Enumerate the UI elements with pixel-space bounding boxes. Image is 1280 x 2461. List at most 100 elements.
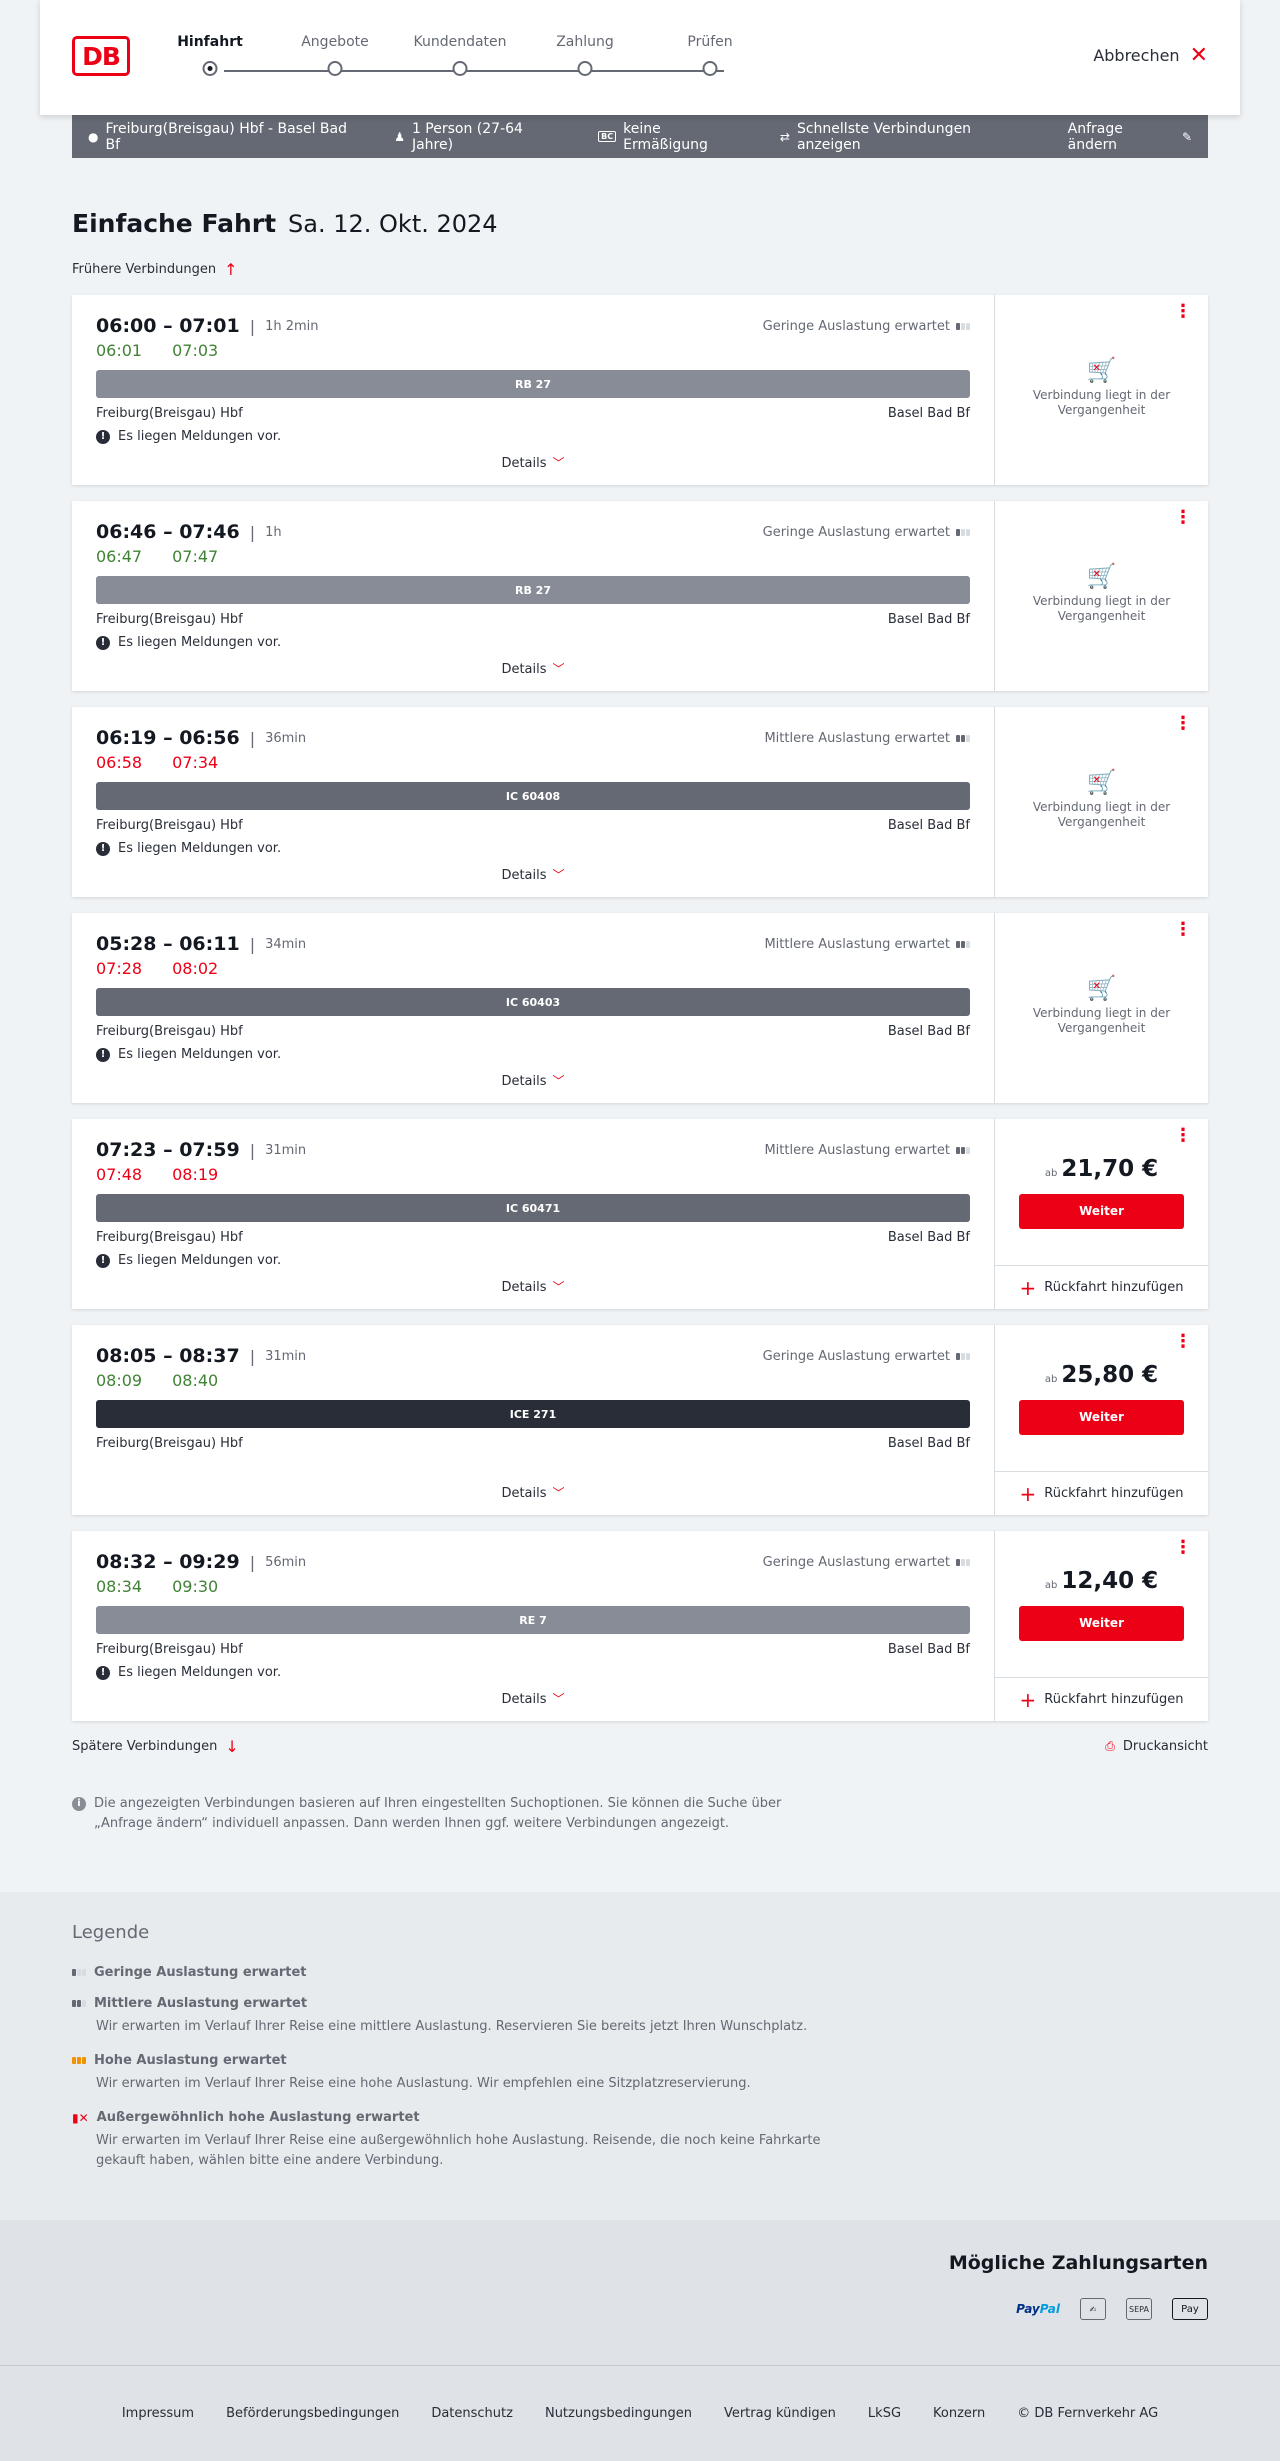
chevron-down-icon: ﹀ [552,456,565,470]
connection-details: 06:00 – 07:01 | 1h 2min Geringe Auslastu… [72,295,995,485]
past-connection-notice: 🛒 ✕ Verbindung liegt in der Vergangenheit [1027,564,1177,624]
more-options-icon[interactable]: ⋮ [1174,1127,1192,1145]
realtime-arrival: 08:40 [172,1371,219,1390]
change-request-button[interactable]: Anfrage ändern ✎ [1068,121,1192,153]
stations: Freiburg(Breisgau) Hbf Basel Bad Bf [96,1024,970,1039]
footer-link-impressum[interactable]: Impressum [122,2406,194,2421]
details-toggle[interactable]: Details ﹀ [72,1484,994,1501]
details-toggle[interactable]: Details ﹀ [72,660,994,677]
search-summary-bar: ● Freiburg(Breisgau) Hbf - Basel Bad Bf ♟… [72,115,1208,158]
realtime-departure: 06:47 [96,547,143,566]
price-prefix: ab [1044,1579,1058,1591]
footer-link-konzern[interactable]: Konzern [933,2406,985,2421]
step-zahlung[interactable]: Zahlung [523,34,648,76]
details-toggle[interactable]: Details ﹀ [72,1690,994,1707]
continue-button[interactable]: Weiter [1019,1399,1184,1435]
legend-section: Legende Geringe Auslastung erwartet Mitt… [0,1892,1280,2220]
stations: Freiburg(Breisgau) Hbf Basel Bad Bf [96,1642,970,1657]
more-options-icon[interactable]: ⋮ [1174,715,1192,733]
message-notice: ! Es liegen Meldungen vor. [96,1665,970,1680]
train-bar[interactable]: ICE 271 [96,1400,970,1428]
train-bar[interactable]: RB 27 [96,370,970,398]
cancel-button[interactable]: Abbrechen ✕ [1093,44,1208,66]
arrow-down-icon: ↓ [225,1737,239,1756]
more-options-icon[interactable]: ⋮ [1174,1333,1192,1351]
connection-details: 06:46 – 07:46 | 1h Geringe Auslastung er… [72,501,995,691]
realtime-departure: 08:34 [96,1577,143,1596]
planned-times: 08:05 – 08:37 [96,1345,240,1367]
add-return-button[interactable]: + Rückfahrt hinzufügen [995,1471,1208,1515]
details-label: Details [501,868,547,883]
duration: 31min [265,1348,307,1364]
arrival-station: Basel Bad Bf [887,1642,970,1657]
earlier-connections-link[interactable]: Frühere Verbindungen ↑ [72,260,1208,279]
step-hinfahrt[interactable]: Hinfahrt [148,34,273,76]
legend-title: Legende [72,1922,150,1943]
train-bar[interactable]: IC 60408 [96,782,970,810]
cancel-label: Abbrechen [1093,46,1180,65]
connection-details: 07:23 – 07:59 | 31min Mittlere Auslastun… [72,1119,995,1309]
realtime-departure: 08:09 [96,1371,143,1390]
chevron-down-icon: ﹀ [552,1074,565,1088]
train-bar[interactable]: RB 27 [96,576,970,604]
connection-card: 05:28 – 06:11 | 34min Mittlere Auslastun… [72,913,1208,1103]
train-bar[interactable]: IC 60471 [96,1194,970,1222]
continue-button[interactable]: Weiter [1019,1605,1184,1641]
message-text: Es liegen Meldungen vor. [118,635,282,650]
add-return-label: Rückfahrt hinzufügen [1044,1280,1184,1295]
price-value: 25,80 € [1061,1361,1159,1388]
db-logo[interactable]: DB [72,36,130,76]
realtime-times: 06:58 07:34 [96,753,970,772]
stations: Freiburg(Breisgau) Hbf Basel Bad Bf [96,818,970,833]
realtime-arrival: 07:34 [172,753,219,772]
footer-link-vertrag-kuendigen[interactable]: Vertrag kündigen [724,2406,836,2421]
message-text: Es liegen Meldungen vor. [118,1253,282,1268]
bahncard-icon: BC [598,131,617,142]
step-angebote[interactable]: Angebote [273,34,398,76]
train-bar[interactable]: IC 60403 [96,988,970,1016]
load-indicator: Mittlere Auslastung erwartet [764,937,970,952]
paypal-text-a: Pay [1016,2302,1040,2316]
step-pruefen[interactable]: Prüfen [648,34,773,76]
offer-panel: ⋮ 🛒 ✕ Verbindung liegt in der Vergangenhei… [995,295,1208,485]
later-connections-link[interactable]: Spätere Verbindungen ↓ [72,1737,239,1756]
more-options-icon[interactable]: ⋮ [1174,921,1192,939]
footer-link-lksg[interactable]: LkSG [868,2406,901,2421]
price-prefix: ab [1044,1373,1058,1385]
legend-item-high: Hohe Auslastung erwartet Wir erwarten im… [72,2053,1208,2094]
load-text: Geringe Auslastung erwartet [762,318,950,334]
more-options-icon[interactable]: ⋮ [1174,509,1192,527]
offer-panel: ⋮ ab 25,80 € Weiter + Rückfahrt hinzufügen [995,1325,1208,1515]
step-kundendaten[interactable]: Kundendaten [398,34,523,76]
add-return-button[interactable]: + Rückfahrt hinzufügen [995,1677,1208,1721]
alert-icon: ! [96,1665,110,1680]
footer-link-datenschutz[interactable]: Datenschutz [431,2406,513,2421]
price: ab 25,80 € [1045,1362,1158,1388]
load-text: Mittlere Auslastung erwartet [764,936,950,952]
load-level-icon [956,528,970,536]
details-toggle[interactable]: Details ﹀ [72,866,994,883]
connection-details: 08:32 – 09:29 | 56min Geringe Auslastung… [72,1531,995,1721]
load-level-icon [956,1352,970,1360]
stations: Freiburg(Breisgau) Hbf Basel Bad Bf [96,1230,970,1245]
offer-panel: ⋮ 🛒 ✕ Verbindung liegt in der Vergangenhei… [995,501,1208,691]
legend-item-low: Geringe Auslastung erwartet [72,1965,1208,1980]
more-options-icon[interactable]: ⋮ [1174,1539,1192,1557]
details-toggle[interactable]: Details ﹀ [72,1278,994,1295]
progress-steps: Hinfahrt Angebote Kundendaten Zahlung Pr… [177,34,780,84]
continue-button[interactable]: Weiter [1019,1193,1184,1229]
planned-times: 07:23 – 07:59 [96,1139,240,1161]
realtime-departure: 06:01 [96,341,143,360]
details-toggle[interactable]: Details ﹀ [72,1072,994,1089]
footer-link-befoerderungsbedingungen[interactable]: Beförderungsbedingungen [226,2406,399,2421]
planned-times: 08:32 – 09:29 [96,1551,240,1573]
load-indicator: Geringe Auslastung erwartet [763,1349,970,1364]
details-toggle[interactable]: Details ﹀ [72,454,994,471]
print-view-link[interactable]: ⎙ Druckansicht [1105,1737,1208,1756]
add-return-button[interactable]: + Rückfahrt hinzufügen [995,1265,1208,1309]
more-options-icon[interactable]: ⋮ [1174,303,1192,321]
footer-link-nutzungsbedingungen[interactable]: Nutzungsbedingungen [545,2406,692,2421]
train-bar[interactable]: RE 7 [96,1606,970,1634]
separator: | [249,316,256,336]
separator: | [249,934,256,954]
